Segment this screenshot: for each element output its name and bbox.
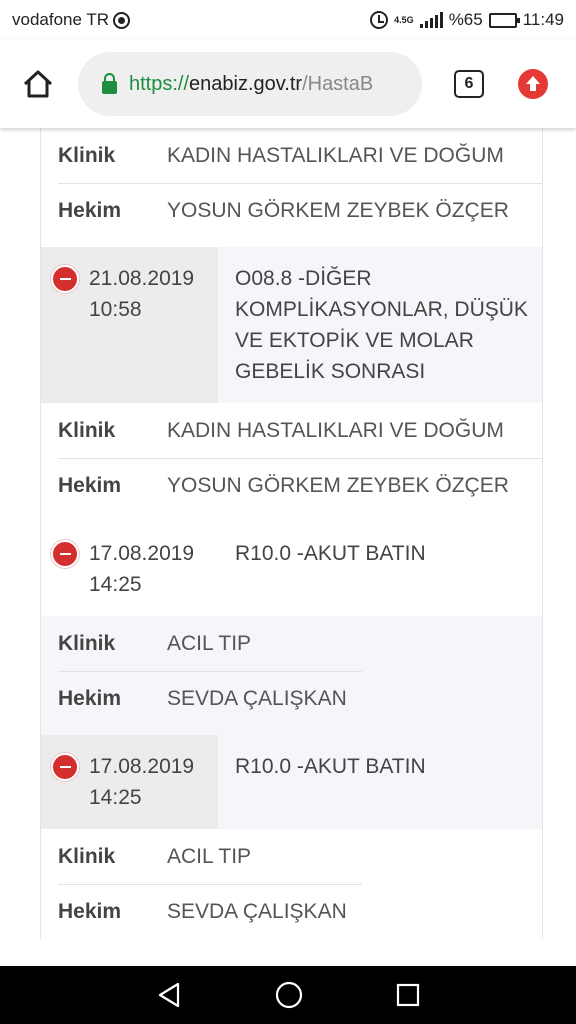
doctor-value: SEVDA ÇALIŞKAN [167,687,347,710]
doctor-row: Hekim YOSUN GÖRKEM ZEYBEK ÖZÇER [58,458,542,513]
diagnosis-date: 17.08.2019 [89,542,195,565]
diagnosis-time: 10:58 [89,298,142,321]
clinic-row: Klinik ACIL TIP [41,616,542,671]
diagnosis-list: Klinik KADIN HASTALIKLARI VE DOĞUM Hekim… [40,128,543,939]
signal-icon [419,12,443,28]
lock-icon [102,72,117,94]
diagnosis-datetime: 17.08.2019 14:25 [41,522,218,616]
url-host: enabiz.gov.tr [189,72,303,95]
diagnosis-text: R10.0 -AKUT BATIN [235,755,426,778]
clinic-label: Klinik [58,143,116,167]
diagnosis-time: 14:25 [89,573,142,596]
doctor-value: YOSUN GÖRKEM ZEYBEK ÖZÇER [167,199,509,222]
clock: 11:49 [522,10,564,29]
collapse-icon[interactable] [51,265,79,293]
address-bar[interactable]: https:// enabiz.gov.tr /HastaB [78,52,422,116]
record-details: Klinik KADIN HASTALIKLARI VE DOĞUM Hekim… [41,403,542,513]
diagnosis-row: 17.08.2019 14:25 R10.0 -AKUT BATIN [41,735,542,829]
clinic-label: Klinik [58,844,116,868]
record-details: Klinik ACIL TIP Hekim SEVDA ÇALIŞKAN [41,616,542,735]
record-details: Klinik KADIN HASTALIKLARI VE DOĞUM Hekim… [41,128,542,238]
carrier-name: vodafone TR [12,10,110,29]
clinic-row: Klinik ACIL TIP [41,829,542,884]
url-scheme: https:// [129,72,190,95]
clinic-value: ACIL TIP [167,844,252,868]
collapse-icon[interactable] [51,753,79,781]
home-circle-icon[interactable] [275,981,303,1009]
clinic-value: ACIL TIP [167,631,252,655]
diagnosis-row: 21.08.2019 10:58 O08.8 -DİĞER KOMPLİKASY… [41,247,542,403]
diagnosis-text: O08.8 -DİĞER KOMPLİKASYONLAR, DÜŞÜK VE E… [235,267,528,383]
battery-percent: %65 [448,10,483,29]
clinic-value: KADIN HASTALIKLARI VE DOĞUM [167,418,504,442]
doctor-label: Hekim [58,474,122,497]
arrow-up-icon [526,76,540,91]
clinic-row: Klinik KADIN HASTALIKLARI VE DOĞUM [41,128,542,183]
diagnosis-text: R10.0 -AKUT BATIN [218,522,542,616]
network-type: 4.5G [394,14,414,25]
update-button[interactable] [518,69,548,99]
diagnosis-time: 14:25 [89,786,142,809]
doctor-row: Hekim SEVDA ÇALIŞKAN [58,671,362,726]
browser-toolbar: https:// enabiz.gov.tr /HastaB 6 [0,40,576,128]
doctor-row: Hekim YOSUN GÖRKEM ZEYBEK ÖZÇER [58,183,542,238]
clinic-label: Klinik [58,418,116,442]
diagnosis-date: 17.08.2019 [89,755,195,778]
back-icon[interactable] [156,982,182,1008]
clinic-row: Klinik KADIN HASTALIKLARI VE DOĞUM [41,403,542,458]
collapse-icon[interactable] [51,540,79,568]
home-icon [23,70,53,98]
battery-icon [488,12,520,28]
alarm-icon [370,11,389,29]
diagnosis-datetime: 21.08.2019 10:58 [41,247,218,403]
diagnosis-datetime: 17.08.2019 14:25 [41,735,218,829]
doctor-label: Hekim [58,687,122,710]
page-content[interactable]: Klinik KADIN HASTALIKLARI VE DOĞUM Hekim… [0,128,576,966]
diagnosis-row: 17.08.2019 14:25 R10.0 -AKUT BATIN [41,522,542,616]
url-path: /HastaB [302,72,374,95]
doctor-row: Hekim SEVDA ÇALIŞKAN [58,884,362,939]
doctor-value: YOSUN GÖRKEM ZEYBEK ÖZÇER [167,474,509,497]
doctor-value: SEVDA ÇALIŞKAN [167,900,347,923]
doctor-label: Hekim [58,199,122,222]
doctor-label: Hekim [58,900,122,923]
notification-icon [113,11,131,29]
clinic-label: Klinik [58,631,116,655]
recents-icon[interactable] [396,983,420,1007]
diagnosis-date: 21.08.2019 [89,267,195,290]
tab-switcher-button[interactable]: 6 [454,70,484,98]
status-bar: vodafone TR 4.5G %65 11:49 [0,0,576,40]
record-details: Klinik ACIL TIP Hekim SEVDA ÇALIŞKAN [41,829,542,939]
navigation-bar [0,966,576,1024]
clinic-value: KADIN HASTALIKLARI VE DOĞUM [167,143,504,167]
home-button[interactable] [8,54,68,114]
